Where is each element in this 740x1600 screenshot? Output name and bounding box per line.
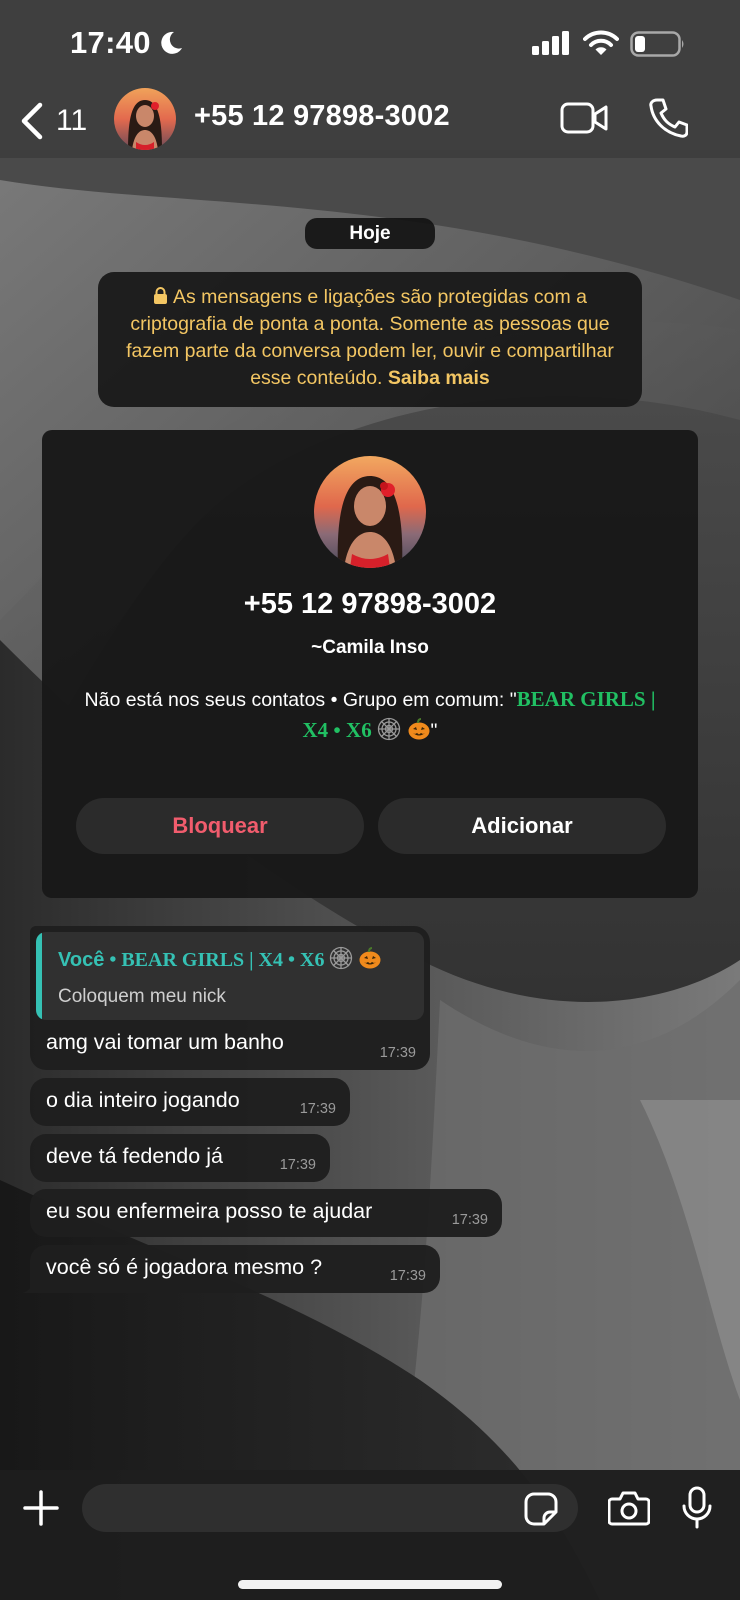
spider-web-icon [330,946,353,970]
learn-more-link[interactable]: Saiba mais [388,367,490,389]
microphone-icon[interactable] [682,1486,712,1530]
message-time: 17:39 [451,1212,488,1228]
chat-title[interactable]: +55 12 97898-3002 [194,100,450,133]
message-text: você só é jogadora mesmo ? [46,1255,323,1279]
bubble-tail [22,1277,40,1293]
encryption-notice-text: As mensagens e ligações são protegidas c… [126,286,614,389]
quoted-message[interactable]: Você • BEAR GIRLS | X4 • X6 Coloquem meu… [36,932,424,1020]
contact-avatar[interactable] [114,88,176,150]
sticker-icon[interactable] [524,1492,558,1526]
pumpkin-icon [408,718,430,740]
add-contact-button[interactable]: Adicionar [378,798,666,854]
avatar-photo [314,456,426,568]
message-bubble[interactable]: Você • BEAR GIRLS | X4 • X6 Coloquem meu… [30,926,430,1070]
message-time: 17:39 [299,1101,336,1117]
message-time: 17:39 [379,1045,416,1061]
message-bubble[interactable]: deve tá fedendo já 17:39 [30,1134,330,1182]
phone-call-icon[interactable] [648,97,688,139]
message-input[interactable] [82,1484,578,1532]
contact-card-phone: +55 12 97898-3002 [243,588,497,620]
message-composer [0,1470,740,1600]
pumpkin-icon [359,947,381,969]
camera-icon[interactable] [608,1490,650,1526]
contact-card-avatar[interactable] [314,456,426,568]
message-bubble[interactable]: o dia inteiro jogando 17:39 [30,1078,350,1126]
spider-web-icon [377,717,401,741]
avatar-photo [114,88,176,150]
message-bubble[interactable]: eu sou enfermeira posso te ajudar 17:39 [30,1189,502,1237]
quoted-message-author: Você • BEAR GIRLS | X4 • X6 [58,946,382,972]
contact-card-info-prefix: Não está nos seus contatos • Grupo em co… [84,689,517,711]
unread-count: 11 [56,104,88,137]
quote-group-name: BEAR GIRLS | X4 • X6 [121,949,325,971]
quote-accent-bar [36,932,42,1020]
quoted-message-text: Coloquem meu nick [58,986,226,1007]
quote-author-you: Você [58,949,105,971]
message-time: 17:39 [389,1268,426,1284]
encryption-notice[interactable]: As mensagens e ligações são protegidas c… [98,272,642,407]
chevron-left-icon [21,102,43,140]
contact-card-name: ~Camila Inso [311,637,429,658]
wifi-icon [583,30,619,55]
plus-icon[interactable] [22,1488,60,1528]
status-time: 17:40 [70,25,151,60]
unknown-contact-card: +55 12 97898-3002 ~Camila Inso Não está … [42,430,698,898]
date-chip: Hoje [305,218,435,249]
home-indicator[interactable] [238,1580,502,1589]
message-text: deve tá fedendo já [46,1144,223,1168]
back-button[interactable]: 11 [18,96,87,146]
cellular-signal-icon [532,31,569,55]
message-text: o dia inteiro jogando [46,1088,240,1112]
message-time: 17:39 [279,1157,316,1173]
battery-icon [630,31,684,57]
contact-card-info-suffix: " [430,720,438,742]
message-bubble[interactable]: você só é jogadora mesmo ? 17:39 [22,1245,440,1293]
contact-card-info: Não está nos seus contatos • Grupo em co… [82,684,658,746]
message-text: eu sou enfermeira posso te ajudar [46,1199,373,1223]
block-button[interactable]: Bloquear [76,798,364,854]
lock-icon [153,287,167,304]
message-text: amg vai tomar um banho [46,1030,284,1054]
top-bar: 17:40 11 +55 12 97898-3002 [0,0,740,158]
quote-separator: • [104,949,122,971]
moon-icon [161,31,182,54]
video-call-icon[interactable] [560,101,608,135]
